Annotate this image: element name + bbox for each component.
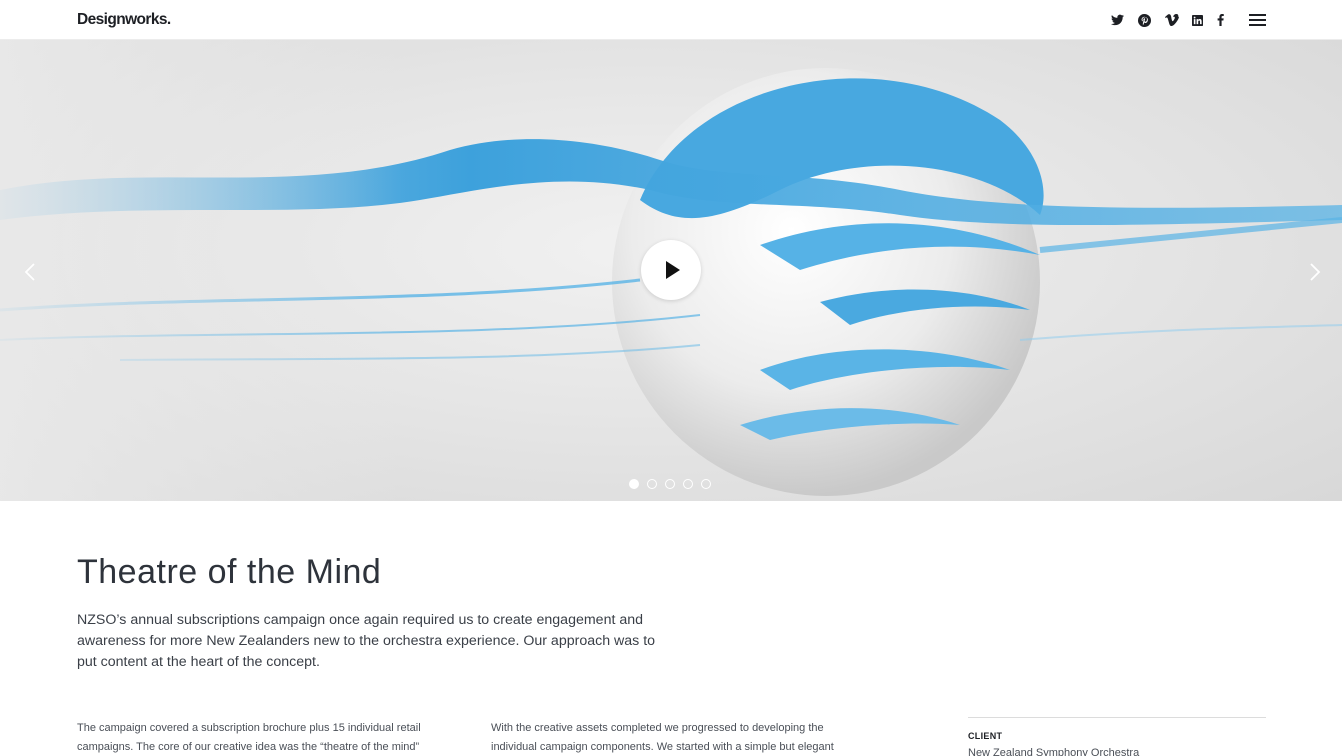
play-button[interactable] xyxy=(641,240,701,300)
play-icon xyxy=(666,261,680,279)
hamburger-menu-icon[interactable] xyxy=(1249,14,1266,26)
chevron-left-icon[interactable] xyxy=(17,258,45,286)
slide-dot-5[interactable] xyxy=(701,479,711,489)
project-intro: NZSO’s annual subscriptions campaign onc… xyxy=(77,612,656,670)
twitter-icon[interactable] xyxy=(1111,12,1124,28)
vimeo-icon[interactable] xyxy=(1165,12,1179,28)
client-info: CLIENT New Zealand Symphony Orchestra xyxy=(968,717,1266,756)
slide-dot-2[interactable] xyxy=(647,479,657,489)
slide-dot-3[interactable] xyxy=(665,479,675,489)
slide-dot-1[interactable] xyxy=(629,479,639,489)
logo[interactable]: Designworks. xyxy=(77,11,171,29)
client-value: New Zealand Symphony Orchestra xyxy=(968,747,1140,756)
body-text-column-1: The campaign covered a subscription broc… xyxy=(77,722,421,753)
facebook-icon[interactable] xyxy=(1217,12,1224,28)
slide-indicators xyxy=(629,479,711,489)
client-label: CLIENT xyxy=(968,731,1003,741)
linkedin-icon[interactable] xyxy=(1192,12,1203,28)
slide-dot-4[interactable] xyxy=(683,479,693,489)
site-header: Designworks. xyxy=(0,0,1342,40)
hero-slider[interactable] xyxy=(0,40,1342,501)
body-text-column-2: With the creative assets completed we pr… xyxy=(491,722,834,753)
page-title: Theatre of the Mind xyxy=(77,553,382,591)
pinterest-icon[interactable] xyxy=(1138,12,1151,28)
chevron-right-icon[interactable] xyxy=(1300,258,1328,286)
